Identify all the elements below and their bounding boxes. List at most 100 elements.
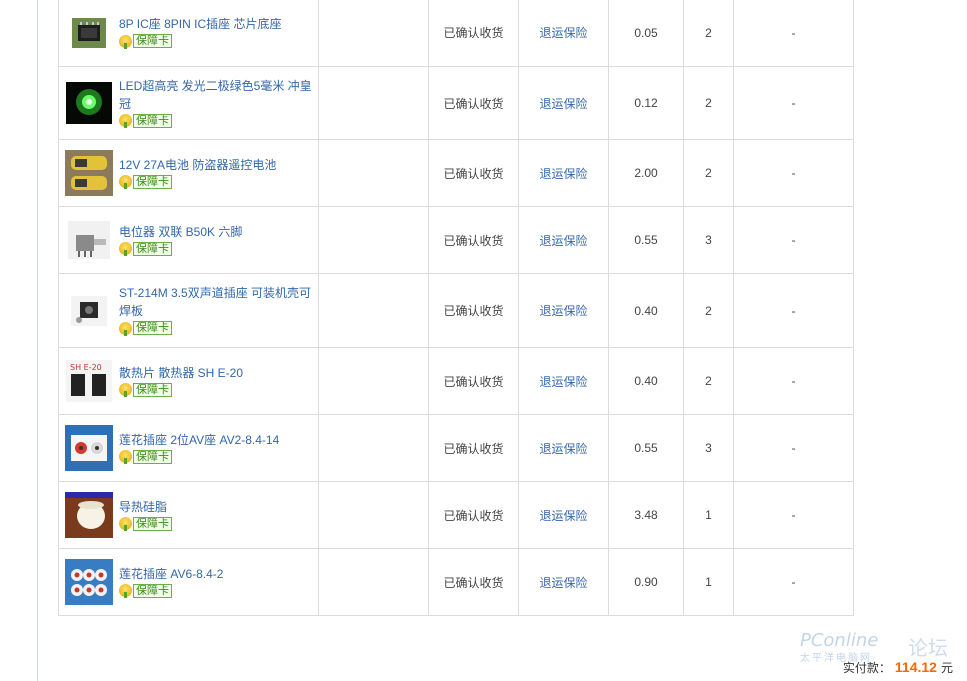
unit-price: 0.40 [634,303,658,318]
status-cell: 已确认收货 [428,66,519,140]
product-thumbnail[interactable]: SH E-20 [59,360,119,402]
product-title-link[interactable]: 莲花插座 2位AV座 AV2-8.4-14 [119,431,315,449]
guarantee-icon [119,34,132,49]
guarantee-label: 保障卡 [133,241,172,256]
product-title-link[interactable]: 导热硅脂 [119,498,315,516]
product-thumbnail[interactable] [59,82,119,124]
return-insurance-link[interactable]: 退运保险 [539,234,587,248]
quantity-cell: 3 [683,206,734,274]
trailing-cell [853,0,954,67]
guarantee-icon [119,450,132,465]
guarantee-card-badge[interactable]: 保障卡 [119,34,172,49]
quantity-cell: 3 [683,414,734,482]
extra-cell: - [733,347,854,415]
unit-price: 0.55 [634,233,658,247]
guarantee-card-badge[interactable]: 保障卡 [119,516,172,532]
trailing-cell [853,66,954,140]
return-insurance-link[interactable]: 退运保险 [539,442,587,456]
order-item-row: 莲花插座 2位AV座 AV2-8.4-14 保障卡 已确认收货 退运保险 0.55 3 - [58,414,954,482]
product-thumbnail[interactable] [59,492,119,538]
order-status: 已确认收货 [443,26,504,40]
guarantee-label: 保障卡 [133,321,172,336]
price-cell: 0.12 [608,66,684,140]
unit-price: 0.05 [634,25,658,40]
order-item-row: 电位器 双联 B50K 六脚 保障卡 已确认收货 退运保险 0.55 3 - [58,206,954,274]
return-insurance-link[interactable]: 退运保险 [539,509,587,523]
guarantee-card-badge[interactable]: 保障卡 [119,449,172,465]
product-cell: LED超高亮 发光二极绿色5毫米 冲皇冠 保障卡 [58,66,319,140]
status-cell: 已确认收货 [428,481,519,549]
insurance-cell: 退运保险 [518,206,609,274]
quantity: 2 [705,96,712,110]
status-cell: 已确认收货 [428,273,519,348]
return-insurance-link[interactable]: 退运保险 [539,375,587,389]
quantity-cell: 2 [683,347,734,415]
unit-price: 0.55 [634,441,658,455]
product-thumbnail[interactable] [59,295,119,326]
product-thumbnail[interactable] [59,221,119,259]
quantity-cell: 2 [683,273,734,348]
blank-cell [318,414,429,482]
payment-total: 实付款： 114.12 元 [843,659,953,676]
order-status: 已确认收货 [443,166,504,181]
total-amount: 114.12 [894,659,937,675]
order-status: 已确认收货 [443,441,504,456]
product-thumbnail[interactable] [59,425,119,471]
product-thumbnail[interactable] [59,150,119,196]
extra-value: - [791,508,796,522]
product-title-link[interactable]: 电位器 双联 B50K 六脚 [119,223,315,241]
return-insurance-link[interactable]: 退运保险 [539,576,587,590]
product-title-link[interactable]: 12V 27A电池 防盗器遥控电池 [119,156,315,174]
return-insurance-link[interactable]: 退运保险 [539,97,587,111]
product-thumbnail[interactable] [59,559,119,605]
trailing-cell [853,481,954,549]
blank-cell [318,206,429,274]
status-cell: 已确认收货 [428,347,519,415]
watermark-forum: 论坛 [908,638,948,660]
guarantee-card-badge[interactable]: 保障卡 [119,321,172,336]
status-cell: 已确认收货 [428,414,519,482]
return-insurance-link[interactable]: 退运保险 [539,167,587,181]
guarantee-label: 保障卡 [133,34,172,49]
product-cell: 12V 27A电池 防盗器遥控电池 保障卡 [58,139,319,207]
extra-cell: - [733,414,854,482]
return-insurance-link[interactable]: 退运保险 [539,304,587,318]
product-cell: 莲花插座 2位AV座 AV2-8.4-14 保障卡 [58,414,319,482]
insurance-cell: 退运保险 [518,66,609,140]
guarantee-card-badge[interactable]: 保障卡 [119,382,172,398]
insurance-cell: 退运保险 [518,548,609,616]
product-title-link[interactable]: LED超高亮 发光二极绿色5毫米 冲皇冠 [119,77,315,113]
product-title-link[interactable]: 散热片 散热器 SH E-20 [119,364,315,382]
guarantee-icon [119,242,132,257]
unit-price: 3.48 [634,508,658,522]
order-item-row: 莲花插座 AV6-8.4-2 保障卡 已确认收货 退运保险 0.90 1 - [58,548,954,616]
guarantee-label: 保障卡 [133,174,172,189]
trailing-cell [853,206,954,274]
insurance-cell: 退运保险 [518,273,609,348]
product-thumbnail[interactable] [59,17,119,48]
guarantee-card-badge[interactable]: 保障卡 [119,113,172,129]
order-item-row: 导热硅脂 保障卡 已确认收货 退运保险 3.48 1 - [58,481,954,549]
trailing-cell [853,548,954,616]
guarantee-label: 保障卡 [133,583,172,598]
extra-cell: - [733,548,854,616]
product-cell: SH E-20 散热片 散热器 SH E-20 保障卡 [58,347,319,415]
product-title-link[interactable]: ST-214M 3.5双声道插座 可装机壳可焊板 [119,284,315,320]
svg-text:SH E-20: SH E-20 [70,363,102,372]
insurance-cell: 退运保险 [518,139,609,207]
guarantee-card-badge[interactable]: 保障卡 [119,174,172,190]
product-title-link[interactable]: 8P IC座 8PIN IC插座 芯片底座 [119,15,315,33]
pconline-watermark: PConline 太平洋电脑网 论坛 [800,630,960,664]
price-cell: 0.40 [608,347,684,415]
status-cell: 已确认收货 [428,548,519,616]
quantity-cell: 2 [683,139,734,207]
guarantee-card-badge[interactable]: 保障卡 [119,583,172,599]
insurance-cell: 退运保险 [518,0,609,67]
return-insurance-link[interactable]: 退运保险 [539,26,587,40]
quantity-cell: 2 [683,0,734,67]
quantity: 2 [705,374,712,388]
extra-cell: - [733,0,854,67]
status-cell: 已确认收货 [428,0,519,67]
guarantee-card-badge[interactable]: 保障卡 [119,241,172,257]
product-title-link[interactable]: 莲花插座 AV6-8.4-2 [119,565,315,583]
